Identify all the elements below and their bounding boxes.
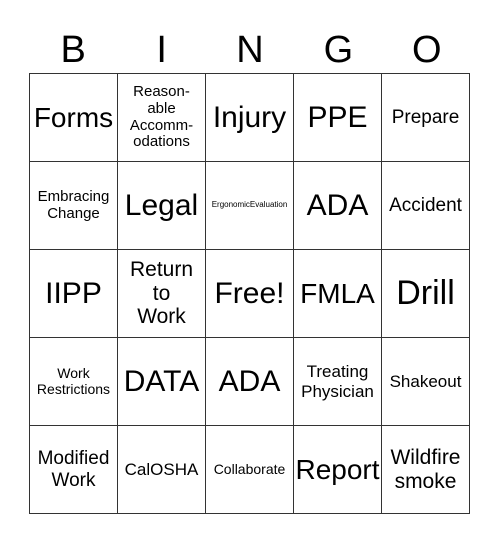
free-space-cell[interactable]: Free! <box>205 249 294 338</box>
bingo-cell[interactable]: Drill <box>381 249 470 338</box>
bingo-cell[interactable]: Forms <box>29 73 118 162</box>
bingo-cell[interactable]: FMLA <box>293 249 382 338</box>
bingo-cell[interactable]: ErgonomicEvaluation <box>205 161 294 250</box>
bingo-cell[interactable]: Treating Physician <box>293 337 382 426</box>
header-letter-b: B <box>60 29 86 71</box>
bingo-cell[interactable]: Return to Work <box>117 249 206 338</box>
bingo-cell[interactable]: DATA <box>117 337 206 426</box>
bingo-cell[interactable]: Collaborate <box>205 425 294 514</box>
bingo-cell[interactable]: Accident <box>381 161 470 250</box>
grid-row: Work Restrictions DATA ADA Treating Phys… <box>29 337 470 426</box>
bingo-header: B I N G O <box>29 28 471 72</box>
bingo-cell[interactable]: Embracing Change <box>29 161 118 250</box>
bingo-cell[interactable]: Report <box>293 425 382 514</box>
grid-row: Embracing Change Legal ErgonomicEvaluati… <box>29 161 470 250</box>
bingo-cell[interactable]: Modified Work <box>29 425 118 514</box>
bingo-cell[interactable]: Work Restrictions <box>29 337 118 426</box>
bingo-cell[interactable]: Injury <box>205 73 294 162</box>
bingo-cell[interactable]: Reason- able Accomm- odations <box>117 73 206 162</box>
grid-row: Forms Reason- able Accomm- odations Inju… <box>29 73 470 162</box>
bingo-cell[interactable]: Shakeout <box>381 337 470 426</box>
header-letter-o: O <box>412 29 442 71</box>
bingo-cell[interactable]: ADA <box>205 337 294 426</box>
header-letter-g: G <box>323 29 354 71</box>
bingo-cell[interactable]: Prepare <box>381 73 470 162</box>
bingo-cell[interactable]: Legal <box>117 161 206 250</box>
bingo-cell[interactable]: PPE <box>293 73 382 162</box>
bingo-grid: Forms Reason- able Accomm- odations Inju… <box>29 73 470 514</box>
grid-row: IIPP Return to Work Free! FMLA Drill <box>29 249 470 338</box>
bingo-cell[interactable]: Wildfire smoke <box>381 425 470 514</box>
bingo-cell[interactable]: CalOSHA <box>117 425 206 514</box>
header-letter-n: N <box>236 29 264 71</box>
bingo-cell[interactable]: ADA <box>293 161 382 250</box>
header-letter-i: I <box>156 29 167 71</box>
bingo-cell[interactable]: IIPP <box>29 249 118 338</box>
grid-row: Modified Work CalOSHA Collaborate Report… <box>29 425 470 514</box>
